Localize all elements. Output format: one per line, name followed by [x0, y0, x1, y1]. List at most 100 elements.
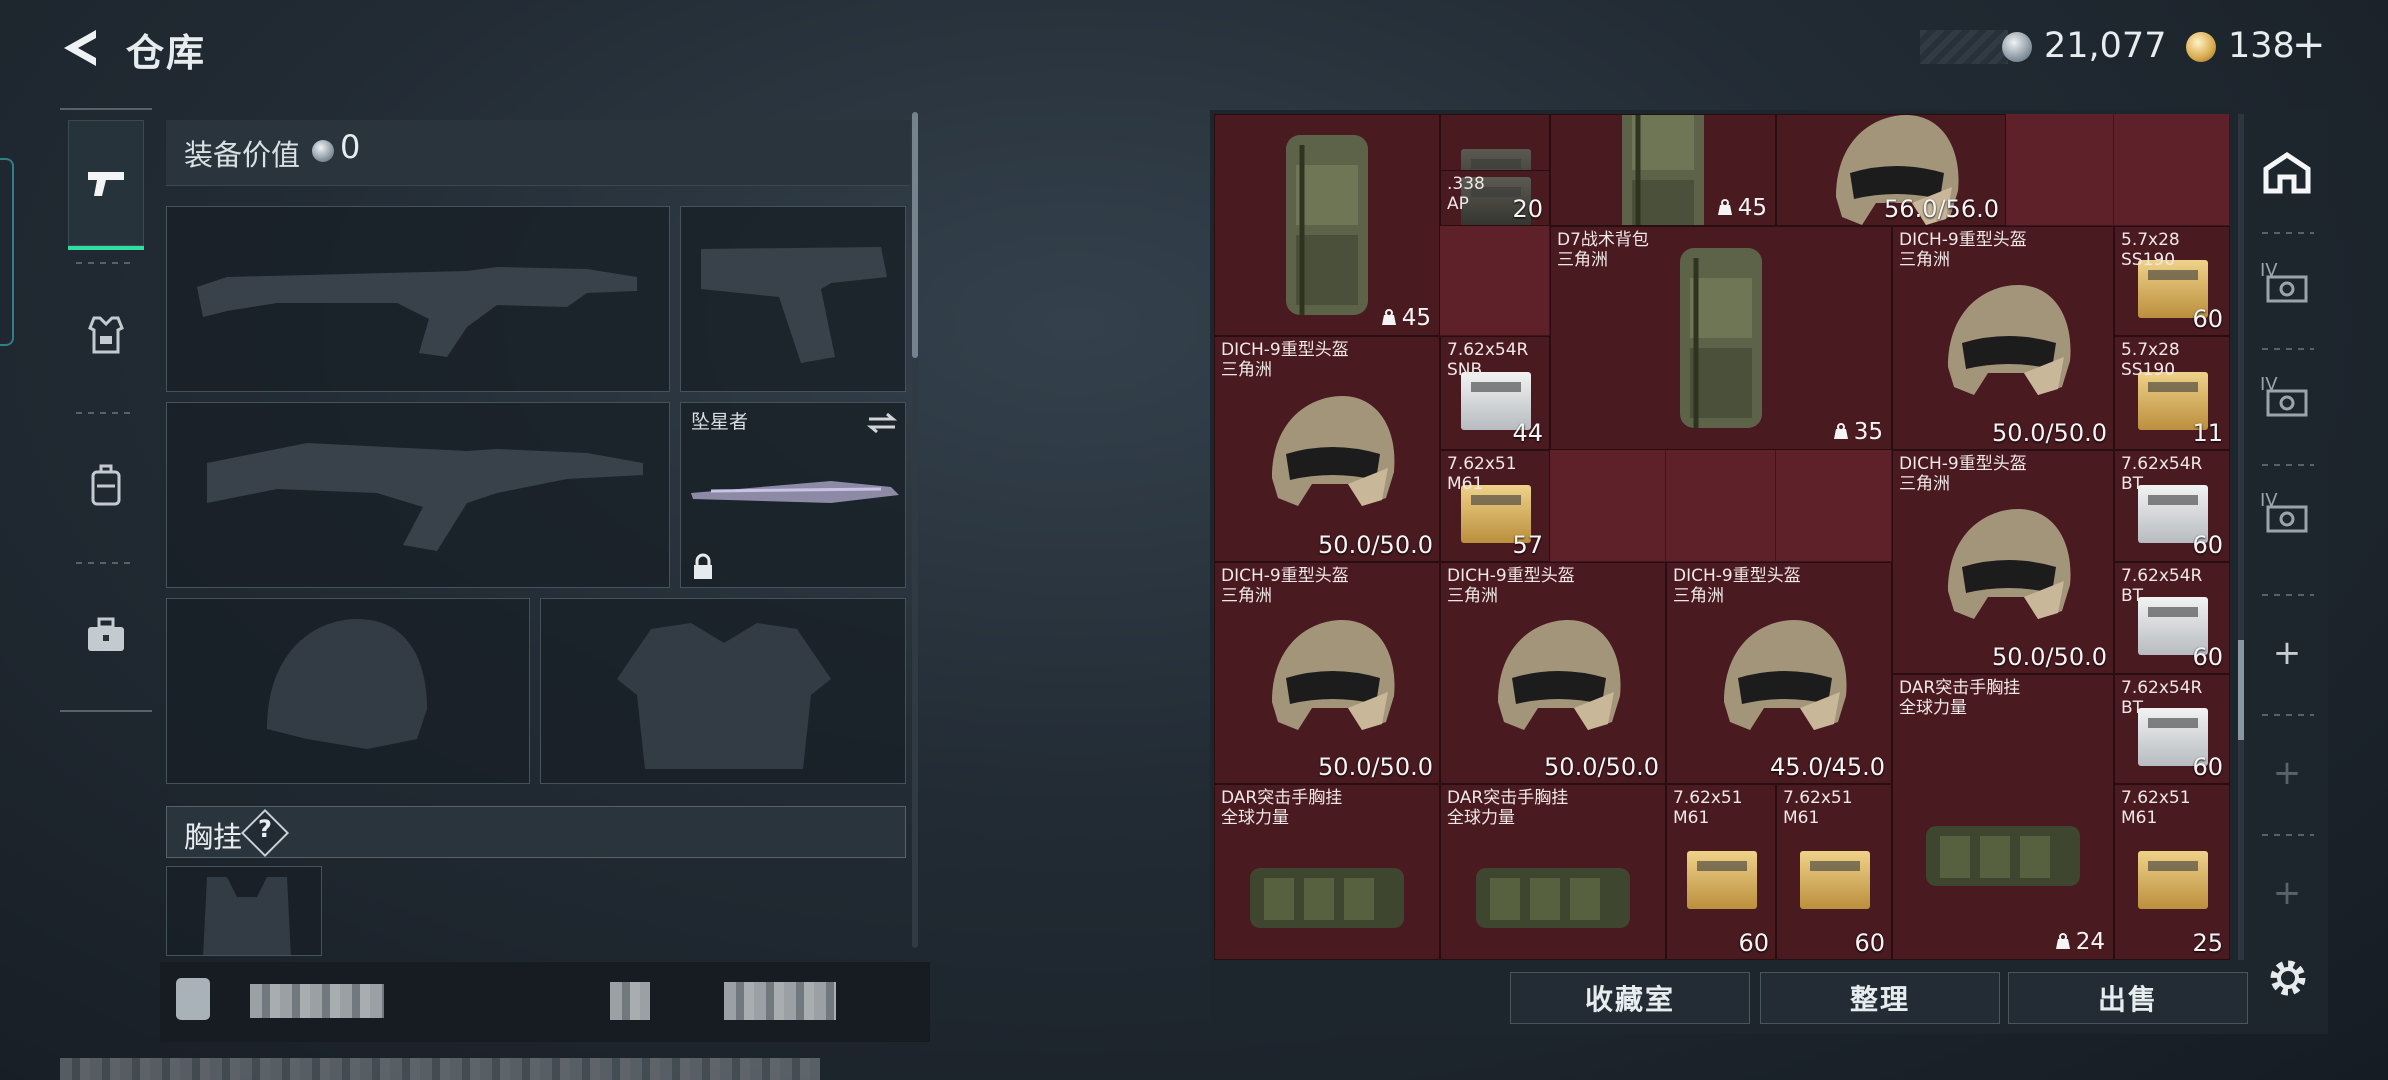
tab-firearms[interactable] [68, 120, 144, 250]
warehouse-item[interactable]: DICH-9重型头盔 三角洲 50.0/50.0 [1214, 562, 1440, 784]
side-drawer-handle[interactable] [0, 158, 14, 346]
item-name: DICH-9重型头盔 三角洲 [1899, 454, 2027, 494]
warehouse-item[interactable]: .338 AP 20 [1440, 170, 1550, 226]
warehouse-item[interactable]: DICH-9重型头盔 三角洲 50.0/50.0 [1892, 226, 2114, 450]
grid-cell [2006, 114, 2114, 226]
grid-cell [1550, 450, 1666, 562]
item-durability: 50.0/50.0 [1544, 753, 1659, 781]
tab-separator [76, 262, 136, 264]
item-quantity: 60 [2192, 643, 2223, 671]
tab-separator [76, 562, 136, 564]
loadout-scrollbar-track[interactable] [912, 358, 918, 948]
item-name: 7.62x51 M61 [1673, 788, 1743, 828]
backpack-icon [1622, 115, 1704, 225]
tab-separator [2262, 834, 2314, 836]
warehouse-item[interactable]: 7.62x54R SNB 44 [1440, 336, 1550, 450]
warehouse-house-icon [2263, 151, 2311, 194]
item-name: 7.62x51 M61 [1447, 454, 1517, 494]
warehouse-item[interactable]: 56.0/56.0 [1776, 114, 2006, 226]
warehouse-tab-4[interactable]: IV [2250, 474, 2324, 564]
item-name: DAR突击手胸挂 全球力量 [1221, 788, 1343, 828]
warehouse-item[interactable]: 45 [1214, 114, 1440, 336]
item-weight-value: 45 [1401, 305, 1431, 331]
add-page-button-disabled[interactable]: + [2250, 728, 2324, 818]
tab-armor[interactable] [68, 270, 144, 400]
item-name: DICH-9重型头盔 三角洲 [1673, 566, 1801, 606]
pistol-icon [88, 172, 124, 196]
settings-button[interactable] [2262, 952, 2314, 1004]
item-durability: 45.0/45.0 [1770, 753, 1885, 781]
rifle-silhouette-icon [197, 267, 637, 357]
item-name: 7.62x54R SNB [1447, 340, 1529, 380]
sell-button[interactable]: 出售 [2008, 972, 2248, 1024]
item-name: 7.62x51 M61 [2121, 788, 2191, 828]
hafbucks-coin-icon [312, 140, 334, 162]
back-arrow-icon [64, 30, 96, 66]
item-durability: 50.0/50.0 [1992, 419, 2107, 447]
helmet-icon [1272, 620, 1395, 731]
item-durability: 56.0/56.0 [1884, 195, 1999, 223]
bag-icon [176, 978, 210, 1020]
warehouse-item[interactable]: 7.62x54R BT 60 [2114, 450, 2230, 562]
warehouse-scrollbar-thumb[interactable] [2238, 640, 2244, 740]
item-name: DICH-9重型头盔 三角洲 [1899, 230, 2027, 270]
add-page-button-disabled[interactable]: + [2250, 848, 2324, 938]
ammo-box-icon [1687, 851, 1757, 909]
warehouse-item[interactable]: D7战术背包 三角洲 35 [1550, 226, 1892, 450]
tab-separator [2262, 464, 2314, 466]
warehouse-item[interactable]: DICH-9重型头盔 三角洲 50.0/50.0 [1440, 562, 1666, 784]
helmet-icon [1498, 620, 1621, 731]
chest-rig-slot[interactable] [166, 866, 322, 956]
redacted-info [724, 982, 836, 1020]
warehouse-item[interactable]: 7.62x54R BT 60 [2114, 562, 2230, 674]
warehouse-item[interactable]: DAR突击手胸挂 全球力量 [1214, 784, 1440, 960]
warehouse-item[interactable]: DICH-9重型头盔 三角洲 50.0/50.0 [1214, 336, 1440, 562]
item-name: 7.62x54R BT [2121, 678, 2203, 718]
back-button[interactable] [56, 22, 106, 74]
briefcase-icon [88, 617, 124, 651]
ammo-box-icon [1800, 851, 1870, 909]
item-durability: 50.0/50.0 [1318, 753, 1433, 781]
tab-backpack[interactable] [68, 420, 144, 550]
warehouse-item[interactable]: 5.7x28 SS190 60 [2114, 226, 2230, 336]
redacted-info [610, 982, 650, 1020]
sort-button[interactable]: 整理 [1760, 972, 2000, 1024]
warehouse-tab-2[interactable]: IV [2250, 244, 2324, 334]
loadout-scrollbar-thumb[interactable] [912, 112, 918, 358]
tab-separator [76, 412, 136, 414]
redacted-footer [60, 1058, 820, 1080]
warehouse-item[interactable]: 7.62x54R BT 60 [2114, 674, 2230, 784]
warehouse-scrollbar-track[interactable] [2238, 114, 2244, 960]
sidearm-slot[interactable] [680, 206, 906, 392]
warehouse-item[interactable]: DAR突击手胸挂 全球力量 [1440, 784, 1666, 960]
warehouse-item[interactable]: 7.62x51 M61 60 [1666, 784, 1776, 960]
warehouse-item[interactable]: DICH-9重型头盔 三角洲 50.0/50.0 [1892, 450, 2114, 674]
tab-toolbox[interactable] [68, 570, 144, 700]
armor-slot[interactable] [540, 598, 906, 784]
equipment-value-label: 装备价值 [184, 138, 301, 172]
tab-separator [2262, 348, 2314, 350]
category-tabs [60, 108, 152, 712]
add-page-button[interactable]: + [2250, 608, 2324, 698]
primary-weapon-slot[interactable] [166, 206, 670, 392]
warehouse-item[interactable]: 45 [1550, 114, 1776, 226]
warehouse-main-tab[interactable] [2250, 128, 2324, 218]
collection-room-button[interactable]: 收藏室 [1510, 972, 1750, 1024]
item-weight-value: 45 [1737, 195, 1767, 221]
warehouse-tab-3[interactable]: IV [2250, 358, 2324, 448]
melee-slot[interactable]: 坠星者 [680, 402, 906, 588]
warehouse-page-tabs: IV IV IV + + + [2250, 118, 2324, 966]
item-name: 7.62x51 M61 [1783, 788, 1853, 828]
helmet-slot[interactable] [166, 598, 530, 784]
warehouse-item[interactable]: 5.7x28 SS190 11 [2114, 336, 2230, 450]
secondary-weapon-slot[interactable] [166, 402, 670, 588]
topup-button[interactable]: + [2292, 22, 2326, 68]
item-weight-value: 24 [2075, 929, 2105, 955]
warehouse-item[interactable]: 7.62x51 M61 57 [1440, 450, 1550, 562]
warehouse-item[interactable]: DICH-9重型头盔 三角洲 45.0/45.0 [1666, 562, 1892, 784]
vest-silhouette-icon [617, 623, 831, 769]
warehouse-item[interactable]: 7.62x51 M61 25 [2114, 784, 2230, 960]
warehouse-item[interactable]: DAR突击手胸挂 全球力量 24 [1892, 674, 2114, 960]
item-quantity: 11 [2192, 419, 2223, 447]
warehouse-item[interactable]: 7.62x51 M61 60 [1776, 784, 1892, 960]
